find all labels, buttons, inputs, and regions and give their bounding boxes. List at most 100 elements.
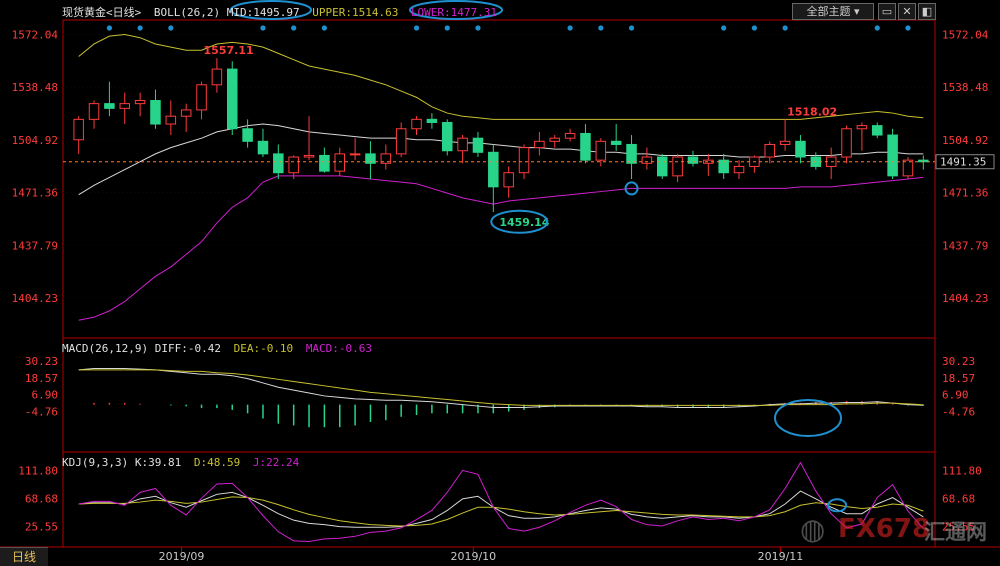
- candle-body: [457, 137, 468, 152]
- macd-dea-value: DEA:-0.10: [233, 342, 294, 355]
- last-price-value: 1491.35: [940, 156, 986, 169]
- candle-body: [196, 84, 207, 111]
- candle-body: [733, 165, 745, 174]
- macd-macd-value: MACD:-0.63: [305, 342, 373, 355]
- price-tick-right: 1437.79: [942, 239, 988, 252]
- price-tick-right: 1471.36: [942, 187, 988, 200]
- candle-body: [503, 172, 514, 188]
- macd-tick-right: -4.76: [942, 405, 975, 418]
- candle-body: [795, 140, 806, 158]
- candle-body: [580, 132, 591, 161]
- macd-tick-right: 6.90: [942, 389, 969, 402]
- macd-tick-left: 18.57: [25, 372, 58, 385]
- candle-body: [257, 140, 269, 155]
- candle-body: [426, 118, 438, 123]
- price-chart-canvas[interactable]: 1572.04 1572.04 1538.48 1538.48 1504.92 1504.…: [0, 0, 1000, 566]
- price-tick-right: 1504.92: [942, 134, 988, 147]
- theme-select-label: 全部主题: [806, 5, 851, 18]
- candle-body: [134, 100, 146, 105]
- signal-dot: [782, 25, 788, 31]
- macd-indicator-label: MACD(26,12,9): [62, 342, 149, 355]
- candle-body: [641, 156, 653, 164]
- price-tick-left: 1437.79: [12, 239, 58, 252]
- signal-dot: [751, 25, 757, 31]
- candle-body: [119, 103, 131, 109]
- signal-dot: [905, 25, 911, 31]
- candle-body: [73, 118, 84, 141]
- kdj-k-value: K:39.81: [134, 456, 182, 469]
- macd-dea-line: [78, 369, 924, 406]
- candle-body: [841, 128, 852, 158]
- watermark-logo-icon: ◍: [800, 512, 826, 546]
- kdj-tick-left: 25.55: [25, 520, 58, 533]
- candle-body: [273, 153, 284, 174]
- candle-body: [180, 109, 192, 117]
- bottom-tab-label: 日线: [11, 550, 36, 564]
- kdj-indicator-label: KDJ(9,3,3): [62, 456, 129, 469]
- boll-lower-value: LOWER:1477.31: [410, 6, 498, 19]
- macd-tick-left: 6.90: [32, 389, 59, 402]
- candle-body: [441, 121, 453, 152]
- signal-dot: [168, 25, 174, 31]
- boll-lower-line: [78, 175, 924, 321]
- macd-tick-right: 30.23: [942, 355, 975, 368]
- candle-body: [349, 153, 361, 156]
- kdj-tick-left: 68.68: [25, 492, 58, 505]
- signal-dot: [721, 25, 727, 31]
- macd-tick-left: -4.76: [25, 405, 58, 418]
- theme-select-button[interactable]: 全部主题 ▾: [792, 3, 874, 20]
- price-tick-left: 1471.36: [12, 187, 58, 200]
- watermark-fx: FX678: [838, 514, 931, 544]
- candle-body: [395, 128, 407, 155]
- candle-body: [165, 115, 177, 125]
- price-tick-right: 1404.23: [942, 292, 988, 305]
- kdj-j-value: J:22.24: [252, 456, 300, 469]
- price-tick-left: 1572.04: [12, 28, 59, 41]
- candle-body: [779, 140, 791, 145]
- candle-body: [656, 156, 668, 177]
- candle-body: [242, 128, 253, 142]
- boll-indicator-label: BOLL(26,2): [153, 6, 221, 19]
- candle-body: [902, 159, 914, 177]
- price-annotation: 1459.14: [499, 216, 549, 229]
- price-tick-left: 1504.92: [12, 134, 58, 147]
- signal-dot: [567, 25, 573, 31]
- minimize-icon[interactable]: ▭: [878, 3, 896, 20]
- kdj-j-line: [78, 461, 924, 542]
- candle-body: [226, 68, 238, 130]
- kdj-tick-left: 111.80: [18, 465, 58, 478]
- candle-body: [534, 140, 545, 149]
- candle-body: [672, 156, 683, 177]
- kdj-k-line: [78, 490, 924, 528]
- candle-body: [626, 143, 637, 164]
- price-tick-left: 1538.48: [12, 81, 58, 94]
- signal-dot: [444, 25, 450, 31]
- kdj-tick-right: 68.68: [942, 492, 975, 505]
- time-axis-label: 2019/10: [450, 550, 496, 563]
- boll-mid-line: [78, 123, 924, 196]
- candle-body: [549, 137, 561, 142]
- signal-dot: [413, 25, 420, 31]
- chart-header-boll: 现货黄金<日线> BOLL(26,2) MID:1495.97 UPPER:15…: [62, 4, 497, 20]
- price-tick-right: 1572.04: [942, 28, 989, 41]
- candle-body: [472, 137, 484, 153]
- candle-body: [303, 154, 315, 158]
- close-icon[interactable]: ✕: [898, 3, 916, 20]
- signal-dot: [291, 25, 297, 31]
- macd-tick-left: 30.23: [25, 355, 58, 368]
- signal-dot: [106, 25, 112, 31]
- bottom-tab-daily[interactable]: 日线: [0, 547, 48, 566]
- kdj-d-value: D:48.59: [193, 456, 241, 469]
- candle-body: [150, 100, 161, 125]
- time-axis-label: 2019/09: [159, 550, 205, 563]
- signal-dot: [137, 25, 143, 31]
- highlight-ellipse: [774, 399, 842, 437]
- settings-icon[interactable]: ◧: [918, 3, 936, 20]
- candle-body: [411, 118, 422, 130]
- candle-body: [564, 132, 576, 139]
- macd-tick-right: 18.57: [942, 372, 975, 385]
- candle-body: [871, 125, 883, 136]
- time-axis-label: 2019/11: [758, 550, 804, 563]
- chevron-down-icon: ▾: [853, 5, 860, 18]
- signal-dot: [598, 25, 604, 31]
